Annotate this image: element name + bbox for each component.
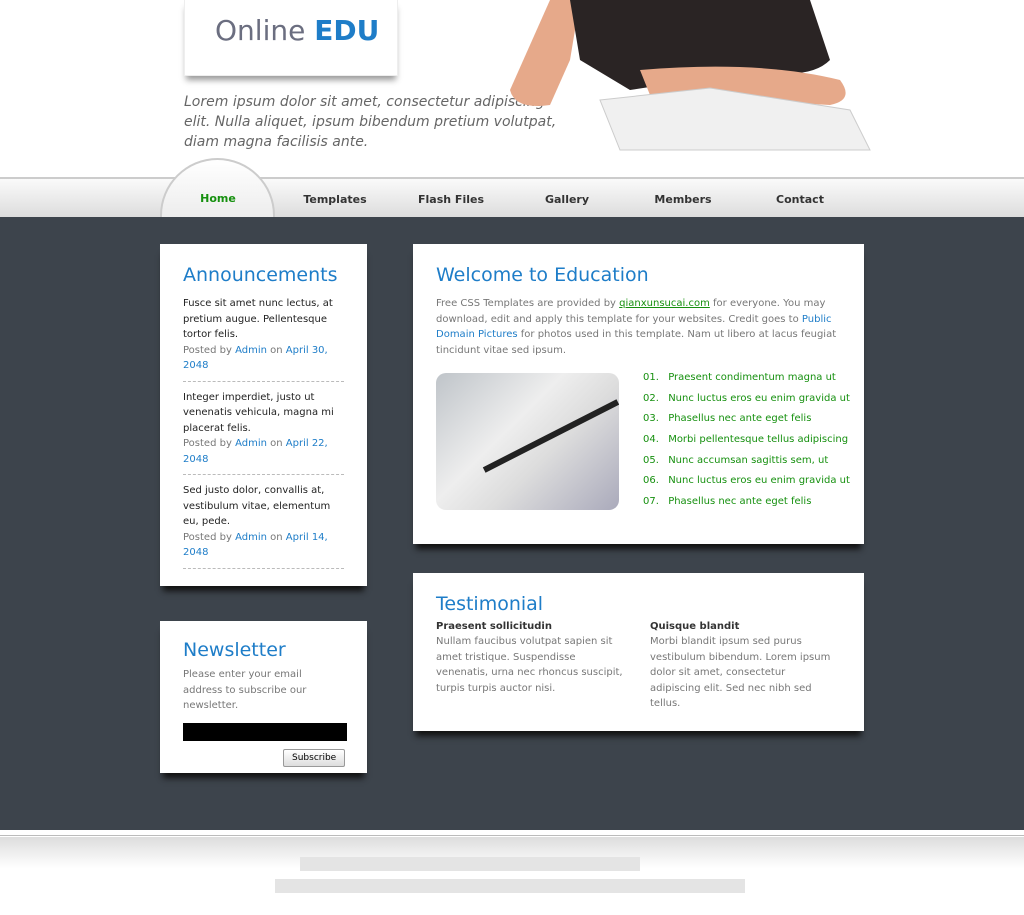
footer-divider <box>0 830 1024 836</box>
nav-templates[interactable]: Templates <box>303 193 366 206</box>
nav-flash-files[interactable]: Flash Files <box>418 193 484 206</box>
list-item[interactable]: 07. Phasellus nec ante eget felis <box>643 496 850 517</box>
header-photo <box>510 0 871 151</box>
list-item[interactable]: 04. Morbi pellentesque tellus adipiscing <box>643 434 850 455</box>
welcome-panel: Welcome to Education Free CSS Templates … <box>413 244 864 544</box>
logo[interactable]: Online EDU <box>215 14 379 47</box>
announcement-item: Integer imperdiet, justo ut venenatis ve… <box>183 390 344 475</box>
list-item[interactable]: 02. Nunc luctus eros eu enim gravida ut <box>643 393 850 414</box>
newsletter-panel: Newsletter Please enter your email addre… <box>160 621 367 773</box>
testimonial-title: Testimonial <box>436 593 544 615</box>
list-item[interactable]: 06. Nunc luctus eros eu enim gravida ut <box>643 475 850 496</box>
nav-gallery[interactable]: Gallery <box>545 193 589 206</box>
testimonial-item: Praesent sollicitudin Nullam faucibus vol… <box>436 621 623 694</box>
announcement-item: Sed justo dolor, convallis at, vestibulu… <box>183 483 344 569</box>
tagline: Lorem ipsum dolor sit amet, consectetur … <box>184 94 557 150</box>
nav-home-label[interactable]: Home <box>200 192 236 205</box>
author-link[interactable]: Admin <box>235 532 267 543</box>
author-link[interactable]: Admin <box>235 438 267 449</box>
welcome-text: Free CSS Templates are provided by qianx… <box>436 298 837 356</box>
feature-list: 01. Praesent condimentum magna ut 02. Nu… <box>643 372 850 517</box>
announcements-title: Announcements <box>183 264 338 286</box>
list-item[interactable]: 03. Phasellus nec ante eget felis <box>643 413 850 434</box>
announcements-panel: Announcements Fusce sit amet nunc lectus… <box>160 244 367 586</box>
newsletter-title: Newsletter <box>183 639 286 661</box>
logo-box: Online EDU <box>184 0 398 76</box>
author-link[interactable]: Admin <box>235 345 267 356</box>
main-nav: Home Templates Flash Files Gallery Membe… <box>0 177 1024 217</box>
testimonial-item: Quisque blandit Morbi blandit ipsum sed p… <box>650 621 831 709</box>
testimonial-panel: Testimonial Praesent sollicitudin Nullam … <box>413 573 864 731</box>
email-input[interactable] <box>183 722 347 741</box>
nav-contact[interactable]: Contact <box>776 193 824 206</box>
nav-members[interactable]: Members <box>654 193 711 206</box>
list-item[interactable]: 05. Nunc accumsan sagittis sem, ut <box>643 455 850 476</box>
footer <box>0 837 1024 915</box>
list-item[interactable]: 01. Praesent condimentum magna ut <box>643 372 850 393</box>
subscribe-button[interactable]: Subscribe <box>283 748 346 767</box>
newsletter-text: Please enter your email address to subsc… <box>183 669 307 711</box>
header: Online EDU Lorem ipsum dolor sit amet, c… <box>0 0 1024 177</box>
welcome-title: Welcome to Education <box>436 264 649 286</box>
announcement-item: Fusce sit amet nunc lectus, at pretium a… <box>183 296 344 382</box>
qianxun-link[interactable]: qianxunsucai.com <box>619 298 710 309</box>
book-pencil-image <box>436 373 619 510</box>
